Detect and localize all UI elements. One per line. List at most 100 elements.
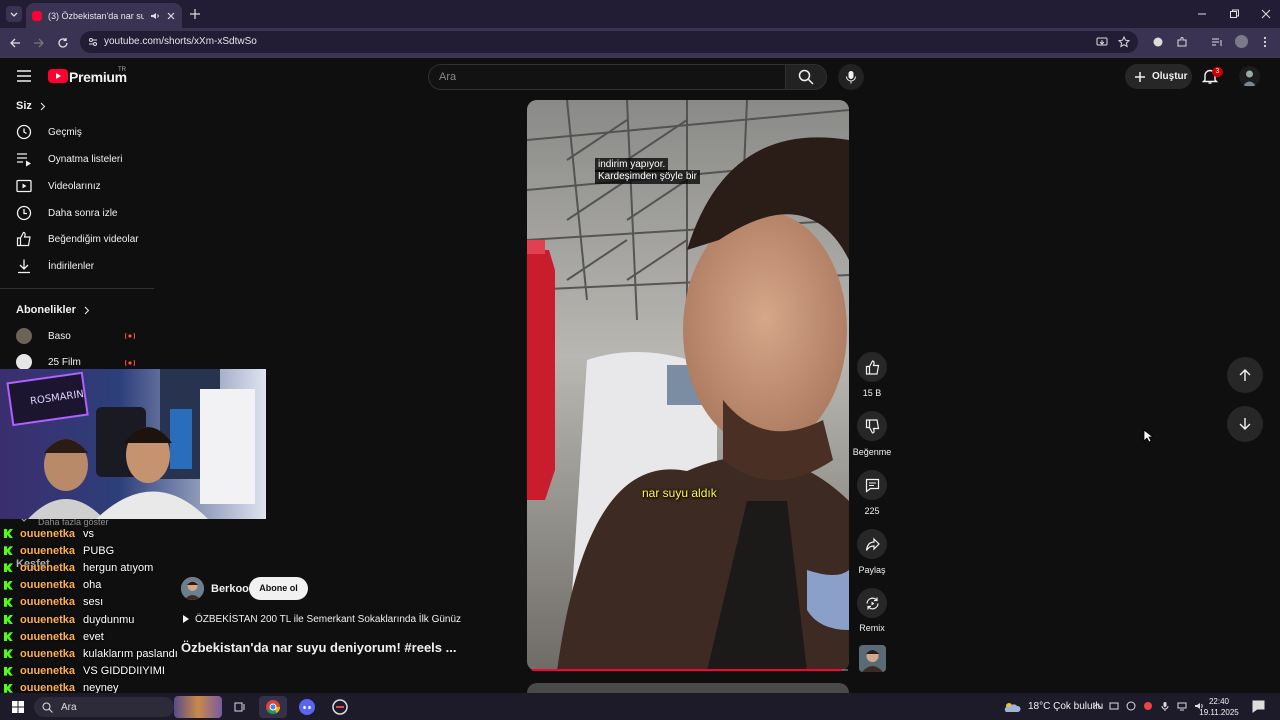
- chat-badge-icon: [4, 597, 13, 607]
- voice-search-button[interactable]: [838, 64, 864, 90]
- browser-menu-icon[interactable]: [1262, 36, 1268, 48]
- discord-taskbar-icon[interactable]: [298, 698, 316, 716]
- share-button[interactable]: [857, 529, 887, 559]
- subscribe-button[interactable]: Abone ol: [249, 577, 308, 600]
- sidebar-item-watch-later[interactable]: Daha sonra izle: [0, 200, 154, 226]
- next-short-preview[interactable]: [527, 683, 849, 693]
- cloudy-weather-icon: [1004, 703, 1021, 712]
- sound-thumbnail[interactable]: [859, 645, 886, 672]
- chat-badge-icon: [4, 580, 13, 590]
- url-text[interactable]: youtube.com/shorts/xXm-xSdtwSo: [104, 36, 257, 47]
- chevron-up-icon: [1092, 703, 1102, 709]
- install-app-icon[interactable]: [1096, 36, 1108, 48]
- create-label: Oluştur: [1152, 71, 1188, 82]
- remix-button[interactable]: [857, 588, 887, 618]
- bookmark-star-icon[interactable]: [1118, 36, 1130, 48]
- like-button[interactable]: [857, 352, 887, 382]
- next-short-button[interactable]: [1227, 406, 1263, 442]
- tab-search-button[interactable]: [6, 6, 22, 22]
- restore-icon: [1230, 9, 1239, 18]
- forward-button[interactable]: [32, 36, 46, 50]
- create-button[interactable]: Oluştur: [1125, 64, 1192, 89]
- logo-region: TR: [118, 67, 126, 73]
- account-avatar[interactable]: [1239, 66, 1260, 87]
- remix-icon: [865, 597, 879, 609]
- webcam-scene: ROSMARIN: [0, 369, 266, 519]
- subscriptions-heading-label: Abonelikler: [16, 304, 76, 316]
- channel-avatar[interactable]: [181, 577, 204, 600]
- search-button[interactable]: [785, 64, 827, 90]
- notification-center-icon[interactable]: [1252, 700, 1265, 713]
- reload-button[interactable]: [56, 36, 70, 50]
- video-subtitle: nar suyu aldık: [642, 486, 717, 500]
- you-section-heading[interactable]: Siz: [16, 100, 46, 112]
- reload-icon: [58, 38, 68, 48]
- sidebar-item-playlists[interactable]: Oynatma listeleri: [0, 146, 154, 172]
- previous-short-button[interactable]: [1227, 357, 1263, 393]
- tray-app-icon: [1109, 702, 1119, 710]
- plus-icon: [1135, 71, 1145, 82]
- window-restore-button[interactable]: [1228, 8, 1240, 20]
- extensions-puzzle-icon[interactable]: [1176, 36, 1188, 48]
- caption-line-2: Kardeşimden şöyle bir: [595, 170, 700, 184]
- related-playlist-link[interactable]: ÖZBEKİSTAN 200 TL ile Semerkant Sokaklar…: [182, 614, 461, 625]
- task-view-icon[interactable]: [234, 701, 246, 713]
- taskbar-search[interactable]: Ara: [34, 697, 174, 717]
- comment-count: 225: [864, 506, 880, 516]
- dislike-label: Beğenme: [852, 447, 892, 457]
- chat-message: ouuenetka kulaklarım paslandı: [4, 645, 178, 662]
- close-tab-icon[interactable]: [166, 11, 176, 21]
- chat-message: ouuenetka duydunmu: [4, 611, 134, 628]
- start-button[interactable]: [12, 701, 24, 713]
- chat-badge-icon: [4, 529, 13, 538]
- system-tray[interactable]: [1092, 701, 1204, 711]
- sidebar-divider: [0, 288, 154, 289]
- window-close-button[interactable]: [1260, 8, 1272, 20]
- chat-badge-icon: [4, 683, 13, 693]
- media-control-icon[interactable]: [1211, 36, 1223, 48]
- window-minimize-button[interactable]: [1196, 8, 1208, 20]
- playlist-icon: [17, 153, 31, 167]
- chat-username: ouuenetka: [20, 630, 76, 643]
- new-tab-button[interactable]: [188, 7, 202, 21]
- chat-message: ouuenetka PUBG: [4, 542, 114, 559]
- speaker-icon[interactable]: [150, 11, 160, 21]
- chrome-taskbar-icon[interactable]: [259, 696, 287, 718]
- history-icon: [16, 124, 32, 140]
- site-info-icon[interactable]: [88, 37, 98, 47]
- comments-button[interactable]: [857, 470, 887, 500]
- menu-hamburger-icon[interactable]: [16, 69, 32, 83]
- sidebar-item-liked-videos[interactable]: Beğendiğim videolar: [0, 226, 154, 252]
- search-icon: [42, 702, 53, 713]
- clock-time: 22:40: [1208, 697, 1230, 706]
- chevron-right-icon: [84, 306, 90, 314]
- sidebar-item-your-videos[interactable]: Videolarınız: [0, 173, 154, 199]
- channel-name[interactable]: Berkoo: [211, 583, 249, 595]
- short-title[interactable]: Özbekistan'da nar suyu deniyorum! #reels…: [181, 640, 456, 655]
- live-indicator-icon: [125, 332, 135, 340]
- back-button[interactable]: [8, 36, 22, 50]
- mouse-cursor-icon: [1143, 429, 1153, 443]
- chat-text: kulaklarım paslandı: [83, 647, 178, 660]
- chat-username: ouuenetka: [20, 665, 76, 678]
- close-icon: [1261, 9, 1271, 19]
- sidebar-item-label: Videolarınız: [48, 180, 101, 192]
- clock-date: 19.11.2025: [1199, 708, 1239, 717]
- subscriptions-heading[interactable]: Abonelikler: [16, 304, 90, 316]
- playlist-title: ÖZBEKİSTAN 200 TL ile Semerkant Sokaklar…: [195, 614, 462, 625]
- extension-icon[interactable]: [1152, 36, 1164, 48]
- youtube-logo-icon[interactable]: [48, 69, 68, 83]
- chat-text: evet: [83, 630, 104, 643]
- weather-widget[interactable]: 18°C Çok bulutlu: [1003, 701, 1103, 713]
- sidebar-item-history[interactable]: Geçmiş: [0, 119, 154, 145]
- short-video-player[interactable]: [527, 100, 849, 671]
- app-taskbar-icon[interactable]: [331, 698, 349, 716]
- browser-tab-active[interactable]: (3) Özbekistan'da nar suyu d: [26, 3, 182, 28]
- sidebar-item-downloads[interactable]: İndirilenler: [0, 253, 154, 279]
- profile-avatar[interactable]: [1235, 35, 1248, 48]
- dislike-button[interactable]: [857, 411, 887, 441]
- chat-message: ouuenetka vs: [4, 525, 94, 542]
- taskbar-clock[interactable]: 22:40 19.11.2025: [1198, 696, 1240, 718]
- search-input[interactable]: Ara: [428, 64, 786, 90]
- plus-icon: [190, 9, 200, 19]
